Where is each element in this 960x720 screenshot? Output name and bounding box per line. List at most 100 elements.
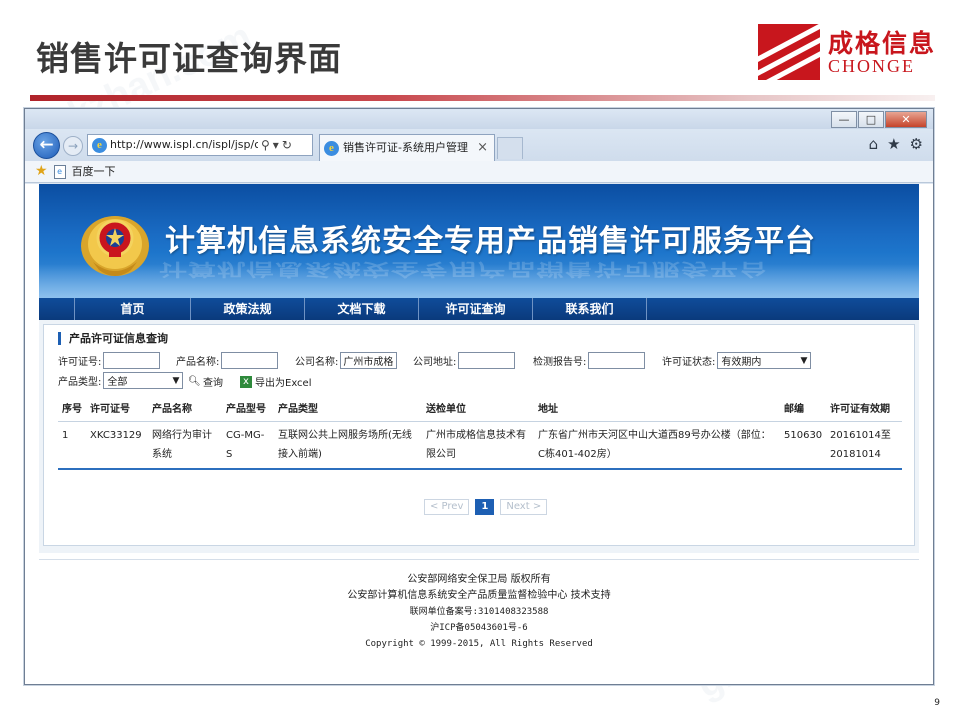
favorites-bar: ★ e 百度一下	[25, 161, 933, 183]
product-type-label: 产品类型:	[58, 377, 102, 388]
report-no-label: 检测报告号:	[533, 357, 587, 368]
company-name-field: 公司名称:	[295, 352, 398, 369]
home-icon[interactable]: ⌂	[869, 135, 879, 153]
brand-name-cn: 成格信息	[828, 29, 937, 58]
address-bar[interactable]: e http://www.ispl.cn/ispl/jsp/co ⚲ ▾ ↻	[87, 134, 313, 156]
banner-title: 计算机信息系统安全专用产品销售许可服务平台	[165, 224, 816, 259]
next-page-button[interactable]: Next >	[500, 499, 548, 515]
search-icon[interactable]: ⚲	[261, 135, 270, 155]
window-titlebar: — □ ✕	[25, 109, 933, 129]
forward-arrow-icon[interactable]: →	[63, 136, 83, 156]
product-type-value: 全部	[107, 377, 128, 388]
settings-gear-icon[interactable]: ⚙	[910, 135, 923, 153]
col-header-postcode: 邮编	[780, 398, 826, 422]
favorites-star-icon[interactable]: ★	[887, 135, 900, 153]
license-no-input[interactable]	[103, 352, 161, 369]
new-tab-button[interactable]	[497, 137, 523, 159]
col-header-address: 地址	[534, 398, 780, 422]
product-type-select[interactable]: 全部 ▼	[103, 372, 184, 389]
search-button[interactable]: 🔍︎ 查询	[188, 374, 223, 390]
license-status-field: 许可证状态: 有效期内 ▼	[662, 352, 812, 369]
address-text: http://www.ispl.cn/ispl/jsp/co	[110, 138, 258, 151]
company-address-input[interactable]	[458, 352, 516, 369]
results-table: 序号 许可证号 产品名称 产品型号 产品类型 送检单位 地址 邮编 许可证有效期	[58, 398, 902, 470]
header-rule	[30, 95, 935, 101]
favorite-link-baidu[interactable]: 百度一下	[72, 161, 116, 182]
footer-copyright: Copyright © 1999-2015, All Rights Reserv…	[365, 639, 593, 649]
license-no-label: 许可证号:	[58, 357, 102, 368]
footer-icp: 沪ICP备05043601号-6	[430, 623, 528, 633]
close-button[interactable]: ✕	[885, 111, 927, 128]
export-excel-button[interactable]: x 导出为Excel	[240, 374, 312, 389]
cell-model: CG-MG-S	[222, 421, 274, 470]
tab-title: 销售许可证-系统用户管理	[343, 141, 468, 154]
cell-product-type: 互联网公共上网服务场所(无线接入前端)	[274, 421, 422, 470]
page-viewport: 计算机信息系统安全专用产品销售许可服务平台 计算机信息系统安全专用产品销售许可服…	[25, 184, 933, 684]
brand-mark-icon	[758, 24, 820, 80]
site-footer: 公安部网络安全保卫局 版权所有 公安部计算机信息系统安全产品质量监督检验中心 技…	[39, 559, 919, 684]
search-label: 查询	[203, 378, 223, 389]
col-header-submitter: 送检单位	[422, 398, 534, 422]
export-label: 导出为Excel	[255, 378, 312, 389]
product-name-input[interactable]	[221, 352, 279, 369]
tab-favicon-icon: e	[324, 140, 339, 156]
cell-address: 广东省广州市天河区中山大道西89号办公楼（部位：C栋401-402房）	[534, 421, 780, 470]
footer-record-no: 联网单位备案号:3101408323588	[409, 607, 549, 617]
cell-validity: 20161014至20181014	[826, 421, 902, 470]
footer-tech-support: 公安部计算机信息系统安全产品质量监督检验中心 技术支持	[347, 590, 611, 601]
col-header-index: 序号	[58, 398, 86, 422]
cell-product-name: 网络行为审计系统	[148, 421, 222, 470]
pagination: < Prev 1 Next >	[424, 499, 548, 515]
product-type-field: 产品类型: 全部 ▼	[58, 372, 184, 389]
nav-item-contact[interactable]: 联系我们	[533, 298, 647, 320]
footer-copyright-owner: 公安部网络安全保卫局 版权所有	[407, 574, 551, 585]
browser-window: — □ ✕ ← → e http://www.ispl.cn/ispl/jsp/…	[24, 108, 934, 685]
company-name-label: 公司名称:	[295, 357, 339, 368]
col-header-product-name: 产品名称	[148, 398, 222, 422]
nav-item-policy[interactable]: 政策法规	[191, 298, 305, 320]
cell-submitter: 广州市成格信息技术有限公司	[422, 421, 534, 470]
chevron-down-icon: ▼	[800, 355, 808, 366]
browser-toolbar: ← → e http://www.ispl.cn/ispl/jsp/co ⚲ ▾…	[25, 129, 933, 161]
col-header-license-no: 许可证号	[86, 398, 148, 422]
slide: gkzhan.com gkzhan.com 销售许可证查询界面 成格信息 CHO…	[0, 0, 960, 720]
dropdown-icon[interactable]: ▾	[273, 135, 279, 155]
table-row[interactable]: 1 XKC33129 网络行为审计系统 CG-MG-S 互联网公共上网服务场所(…	[58, 421, 902, 470]
nav-item-license-query[interactable]: 许可证查询	[419, 298, 533, 320]
query-panel: 产品许可证信息查询 许可证号: 产品名称: 公司名称: 广州市成格 公司地址: …	[43, 324, 915, 546]
results-header-row: 序号 许可证号 产品名称 产品型号 产品类型 送检单位 地址 邮编 许可证有效期	[58, 398, 902, 422]
ie-page-icon: e	[92, 137, 107, 153]
company-name-input[interactable]	[340, 352, 398, 369]
favorite-page-icon: e	[53, 164, 66, 179]
prev-page-button[interactable]: < Prev	[424, 499, 470, 515]
page-1-button[interactable]: 1	[475, 499, 495, 515]
banner-title-reflection: 计算机信息系统安全专用产品销售许可服务平台	[159, 259, 769, 279]
product-name-label: 产品名称:	[176, 357, 220, 368]
report-no-input[interactable]	[588, 352, 646, 369]
col-header-model: 产品型号	[222, 398, 274, 422]
product-name-field: 产品名称:	[176, 352, 279, 369]
license-status-label: 许可证状态:	[662, 357, 716, 368]
add-favorite-icon[interactable]: ★	[35, 161, 48, 182]
license-status-select[interactable]: 有效期内 ▼	[717, 352, 812, 369]
license-no-field: 许可证号:	[58, 352, 161, 369]
nav-item-downloads[interactable]: 文档下载	[305, 298, 419, 320]
company-address-label: 公司地址:	[413, 357, 457, 368]
magnifier-icon: 🔍︎	[188, 375, 201, 387]
tab-close-icon[interactable]: ×	[477, 136, 488, 160]
content-area: 产品许可证信息查询 许可证号: 产品名称: 公司名称: 广州市成格 公司地址: …	[39, 320, 919, 553]
cell-index: 1	[58, 421, 86, 470]
slide-title: 销售许可证查询界面	[36, 39, 342, 78]
brand-name-en: CHONGE	[828, 56, 915, 76]
col-header-validity: 许可证有效期	[826, 398, 902, 422]
maximize-button[interactable]: □	[858, 111, 884, 128]
browser-tab[interactable]: e 销售许可证-系统用户管理 ×	[319, 134, 495, 161]
minimize-button[interactable]: —	[831, 111, 857, 128]
site-nav: 首页 政策法规 文档下载 许可证查询 联系我们	[39, 298, 919, 320]
company-address-field: 公司地址:	[413, 352, 516, 369]
site-banner: 计算机信息系统安全专用产品销售许可服务平台 计算机信息系统安全专用产品销售许可服…	[39, 184, 919, 298]
nav-item-home[interactable]: 首页	[75, 298, 191, 320]
refresh-icon[interactable]: ↻	[282, 135, 292, 155]
page-number: 9	[934, 698, 940, 708]
back-arrow-icon[interactable]: ←	[33, 132, 60, 159]
